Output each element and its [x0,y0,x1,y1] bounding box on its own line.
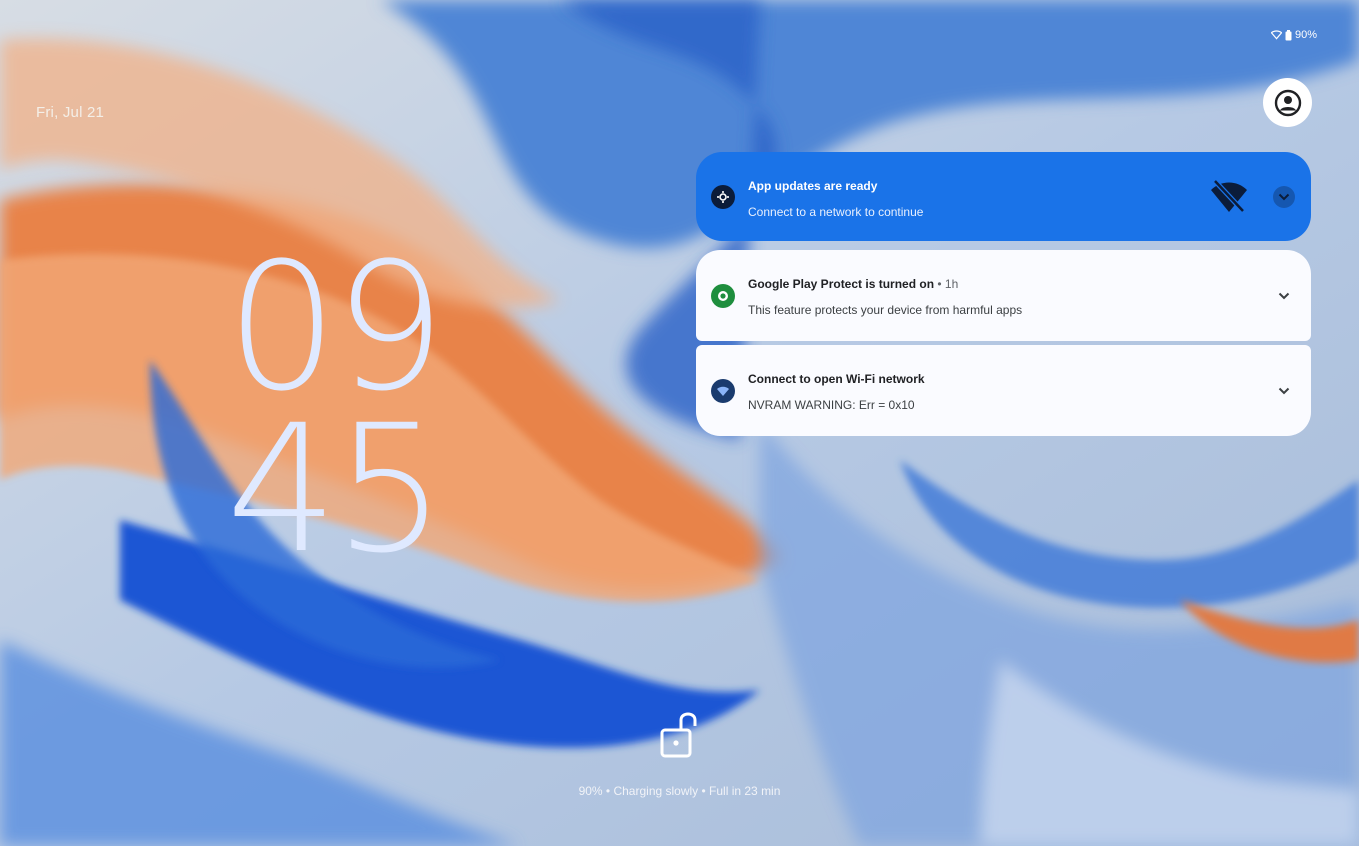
notification-content: Connect to open Wi-Fi network NVRAM WARN… [748,371,925,413]
clock-hours: 09 [226,225,446,430]
notification-body: Connect to a network to continue [748,205,924,219]
lockscreen-clock: 09 45 [226,225,446,592]
wifi-icon [711,378,735,403]
user-switcher-button[interactable] [1263,78,1312,127]
lockscreen: 90% Fri, Jul 21 09 45 App updates are re… [0,0,1359,846]
chevron-down-icon [1278,387,1290,394]
gear-icon [711,184,735,209]
notification-time: • 1h [934,277,959,291]
battery-icon [1285,29,1292,41]
notification-title: Connect to open Wi-Fi network [748,372,925,386]
notification-body: NVRAM WARNING: Err = 0x10 [748,398,915,412]
chevron-down-icon [1278,292,1290,299]
account-icon [1274,89,1301,116]
status-bar: 90% [1270,29,1317,41]
notification-play-protect[interactable]: Google Play Protect is turned on • 1h Th… [696,250,1311,341]
expand-notification-button[interactable] [1273,285,1295,307]
notification-title: App updates are ready [748,179,878,193]
notification-app-updates[interactable]: App updates are ready Connect to a netwo… [696,152,1311,241]
expand-notification-button[interactable] [1273,185,1295,208]
charging-status: 90% • Charging slowly • Full in 23 min [578,784,781,798]
notification-open-wifi[interactable]: Connect to open Wi-Fi network NVRAM WARN… [696,345,1311,436]
wifi-icon [1270,30,1282,40]
expand-notification-button[interactable] [1273,380,1295,402]
wifi-off-icon [1209,178,1249,219]
notification-title: Google Play Protect is turned on • 1h [748,277,959,291]
chevron-down-icon [1278,193,1290,200]
lockscreen-date: Fri, Jul 21 [36,104,105,121]
notification-body: This feature protects your device from h… [748,303,1023,317]
battery-percentage: 90% [1294,29,1317,41]
shield-icon [711,283,735,308]
unlock-icon[interactable] [659,708,703,765]
notification-content: Google Play Protect is turned on • 1h Th… [748,276,1022,318]
notification-content: App updates are ready Connect to a netwo… [748,178,923,220]
clock-minutes: 45 [226,387,446,592]
